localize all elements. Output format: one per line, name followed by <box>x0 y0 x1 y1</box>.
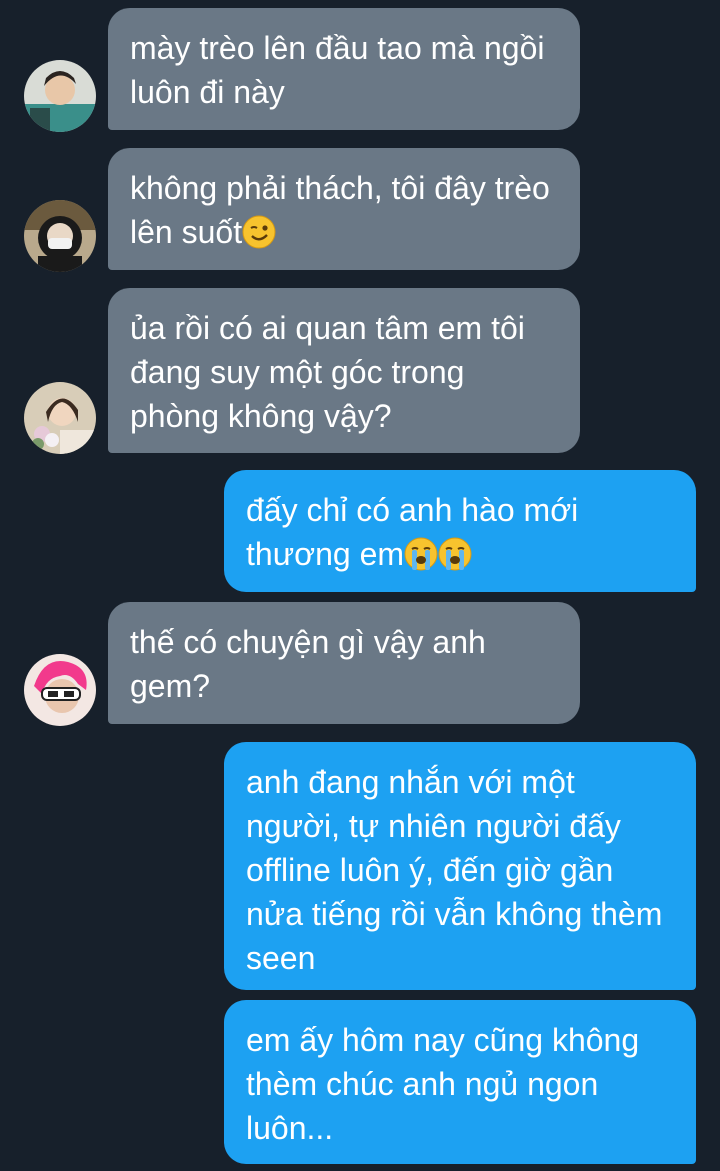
winking-face-emoji-icon <box>242 215 276 249</box>
message-text: em ấy hôm nay cũng không thèm chúc anh n… <box>246 1022 640 1146</box>
outgoing-message-bubble[interactable]: đấy chỉ có anh hào mới thương em <box>224 470 696 592</box>
incoming-message-bubble[interactable]: ủa rồi có ai quan tâm em tôi đang suy mộ… <box>108 288 580 453</box>
avatar[interactable] <box>24 382 96 454</box>
outgoing-message-bubble[interactable]: anh đang nhắn với một người, tự nhiên ng… <box>224 742 696 990</box>
incoming-message-bubble[interactable]: mày trèo lên đầu tao mà ngồi luôn đi này <box>108 8 580 130</box>
message-text: ủa rồi có ai quan tâm em tôi đang suy mộ… <box>130 310 525 434</box>
avatar[interactable] <box>24 654 96 726</box>
chat-thread: mày trèo lên đầu tao mà ngồi luôn đi này… <box>0 0 720 1171</box>
message-text: mày trèo lên đầu tao mà ngồi luôn đi này <box>130 30 545 110</box>
message-text: thế có chuyện gì vậy anh gem? <box>130 624 486 704</box>
loudly-crying-face-emoji-icon <box>438 537 472 571</box>
incoming-message-bubble[interactable]: thế có chuyện gì vậy anh gem? <box>108 602 580 724</box>
message-text: không phải thách, tôi đây trèo lên suốt <box>130 170 550 250</box>
loudly-crying-face-emoji-icon <box>404 537 438 571</box>
message-text: anh đang nhắn với một người, tự nhiên ng… <box>246 764 663 976</box>
avatar[interactable] <box>24 200 96 272</box>
incoming-message-bubble[interactable]: không phải thách, tôi đây trèo lên suốt <box>108 148 580 270</box>
avatar[interactable] <box>24 60 96 132</box>
outgoing-message-bubble[interactable]: em ấy hôm nay cũng không thèm chúc anh n… <box>224 1000 696 1164</box>
